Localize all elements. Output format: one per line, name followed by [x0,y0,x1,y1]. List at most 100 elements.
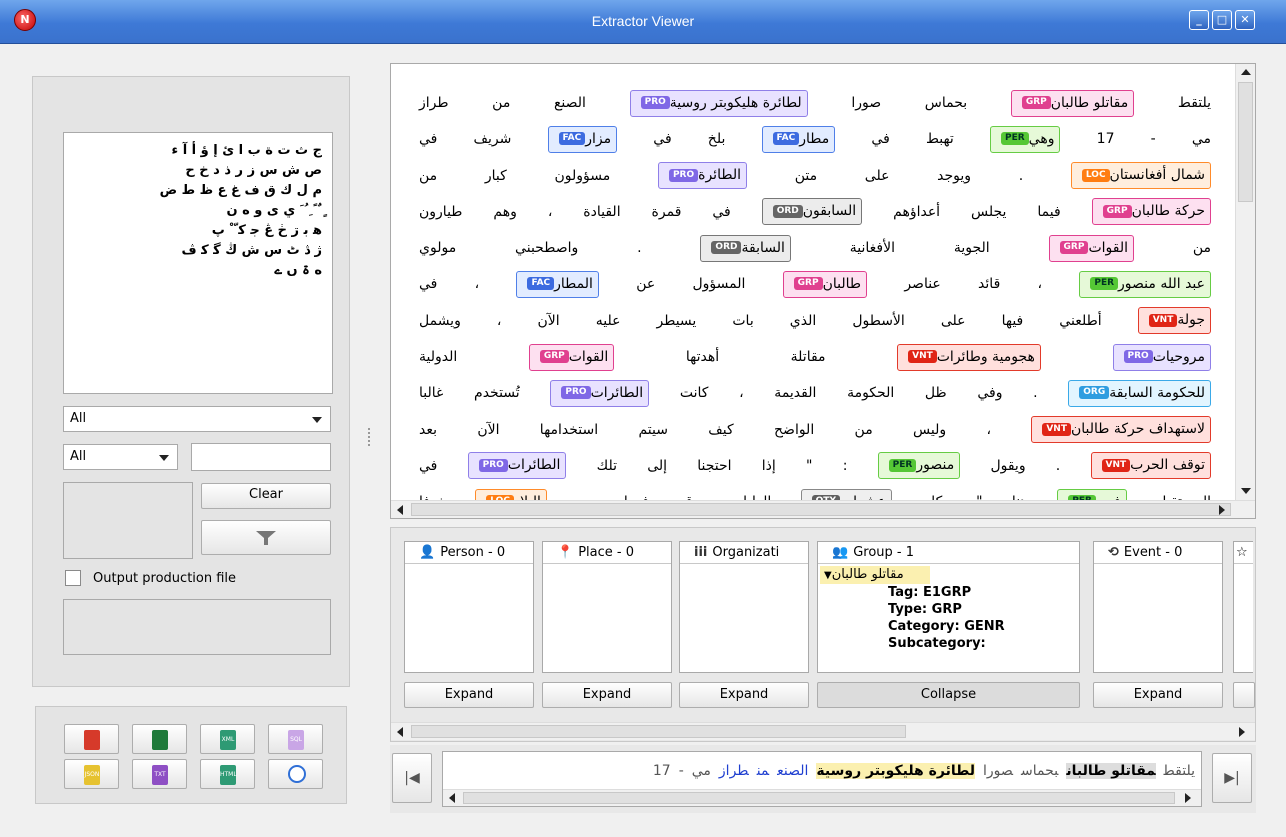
field-filter-select[interactable]: All [63,444,178,470]
entity-column-header[interactable]: ⟲ Event - 0 [1094,542,1222,564]
sql-export-button[interactable]: SQL [268,724,323,754]
keyboard-row[interactable]: ژ ڎ ٹ ﺱ ﺵ ڭ ﮔ ﮐ ڤ [74,241,322,261]
scroll-thumb[interactable] [1238,82,1253,202]
entity-column-header[interactable]: 📍 Place - 0 [543,542,671,564]
entity-pro[interactable]: لطائرة هليكوبتر روسيةPRO [629,89,808,117]
entity-grp[interactable]: طالبانGRP [782,270,868,298]
scroll-down-icon[interactable] [1241,488,1251,494]
annotated-text-area[interactable]: يلتقط مقاتلو طالبانGRP بحماس صورا لطائرة… [393,66,1235,501]
entity-per[interactable]: وهيPER [989,125,1061,153]
entity-pro[interactable]: الطائراتPRO [467,452,567,480]
entity-per[interactable]: منصورPER [877,452,961,480]
search-input[interactable] [191,443,331,471]
expand-organization-button[interactable]: Expand [679,682,809,708]
expand-person-button[interactable]: Expand [404,682,534,708]
entity-grp[interactable]: القواتGRP [1048,234,1135,262]
entity-column-organization: iii Organizati [679,541,809,673]
entity-vnt[interactable]: هجومية وطائراتVNT [897,343,1041,371]
scroll-right-icon[interactable] [1239,727,1245,737]
expand-place-button[interactable]: Expand [542,682,672,708]
scroll-thumb[interactable] [411,503,1231,516]
sentence-token[interactable]: صورا [983,763,1013,779]
entity-fac[interactable]: المطارFAC [516,270,599,298]
sentence-token[interactable]: الصنع [777,763,808,779]
expand-star-button[interactable] [1233,682,1255,708]
sentence-token[interactable]: يلتقط [1164,763,1195,779]
entity-fac[interactable]: مطارFAC [761,125,836,153]
entity-ord[interactable]: السابقونORD [761,198,863,226]
keyboard-row[interactable]: ص ش س ز ر ذ د خ ح [74,161,322,181]
entity-per[interactable]: عبد الله منصورPER [1079,270,1212,298]
skip-to-end-button[interactable]: ▶| [1212,753,1252,803]
sentence-token[interactable]: - [679,763,684,779]
sentence-token[interactable]: لطائرة هليكوبتر روسية [816,763,975,779]
keyboard-row[interactable]: ﻫ ﺑ ڗ ڂ ڠ ﺟ ﮐ ّ ْ ﭖ [74,221,322,241]
skip-to-start-button[interactable]: |◀ [392,753,432,803]
entity-pro[interactable]: الطائراتPRO [550,379,650,407]
entity-ord[interactable]: السابقةORD [700,234,791,262]
entity-loc[interactable]: شمال أفغانستانLOC [1070,162,1212,190]
txt-export-button[interactable]: TXT [132,759,187,789]
minimize-button[interactable]: _ [1189,10,1209,30]
entity-pro[interactable]: الطائرةPRO [657,162,747,190]
scroll-left-icon[interactable] [397,505,403,515]
group-entity-tree[interactable]: مقاتلو طالبان▼ Tag: E1GRP Type: GRP Catego… [818,566,1079,652]
close-button[interactable]: ✕ [1235,10,1255,30]
entity-column-header[interactable]: 👥 Group - 1 [818,542,1079,564]
entity-vnt[interactable]: توقف الحربVNT [1090,452,1212,480]
chevron-down-icon[interactable]: ▼ [824,570,832,581]
output-production-checkbox[interactable] [65,570,81,586]
sentence-token[interactable]: مقاتلو طالبان [1066,763,1156,779]
sentence-token[interactable]: 17 [653,763,671,779]
sentence-token[interactable]: طراز [719,763,749,779]
entity-horizontal-scrollbar[interactable] [391,722,1255,740]
field-filter-value: All [70,449,87,464]
panel-splitter-handle[interactable] [368,428,372,446]
text-vertical-scrollbar[interactable] [1235,64,1255,500]
entity-org[interactable]: للحكومة السابقةORG [1068,379,1212,407]
scroll-left-icon[interactable] [449,793,455,803]
entity-grp[interactable]: مقاتلو طالبانGRP [1010,89,1135,117]
scroll-left-icon[interactable] [397,727,403,737]
clear-button[interactable]: Clear [201,483,331,509]
entity-grp[interactable]: القواتGRP [528,343,615,371]
html-export-button[interactable]: HTML [200,759,255,789]
entity-pro[interactable]: مروحياتPRO [1112,343,1212,371]
filter-button[interactable] [201,520,331,555]
scroll-right-icon[interactable] [1185,793,1191,803]
scroll-thumb[interactable] [463,792,1175,804]
sentence-token[interactable]: بحماس [1021,763,1058,779]
keyboard-row[interactable]: ٍ ٌ ً ِ ُ َ ي ى و ه ن [74,201,322,221]
plain-text: شريف في [419,131,512,148]
sentence-scrollbar[interactable] [443,789,1201,806]
collapse-group-button[interactable]: Collapse [817,682,1080,708]
keyboard-row[interactable]: ه ۃ ں ے [74,261,322,281]
expand-event-button[interactable]: Expand [1093,682,1223,708]
scroll-up-icon[interactable] [1241,69,1251,75]
text-horizontal-scrollbar[interactable] [391,500,1255,518]
entity-filter-select[interactable]: All [63,406,331,432]
entity-column-header[interactable]: iii Organizati [680,542,808,564]
sentence-token[interactable]: مي [692,763,711,779]
entity-grp[interactable]: حركة طالبانGRP [1091,198,1212,226]
maximize-button[interactable]: □ [1212,10,1232,30]
keyboard-row[interactable]: ج ث ت ة ب ا ئ إ ؤ أ آ ء [74,141,322,161]
group-entity-name[interactable]: مقاتلو طالبان▼ [820,566,930,584]
json-export-button[interactable]: JSON [64,759,119,789]
text-line: مروحياتPRO هجومية وطائراتVNT مقاتلة أهدت… [419,340,1212,376]
entity-column-person: 👤 Person - 0 [404,541,534,673]
entity-vnt[interactable]: جولةVNT [1137,307,1212,335]
sentence-token[interactable]: من [757,763,769,779]
entity-column-header[interactable]: 👤 Person - 0 [405,542,533,564]
excel-export-button[interactable] [132,724,187,754]
plain-text: ، وليس من الواضح كيف سيتم استخدامها الآن… [419,421,991,438]
scroll-thumb[interactable] [411,725,906,738]
arabic-keyboard-panel[interactable]: ج ث ت ة ب ا ئ إ ؤ أ آ ءص ش س ز ر ذ د خ ح… [63,132,333,394]
xml-export-button[interactable]: XML [200,724,255,754]
entity-vnt[interactable]: لاستهداف حركة طالبانVNT [1031,416,1212,444]
entity-fac[interactable]: مزارFAC [547,125,618,153]
scroll-right-icon[interactable] [1219,505,1225,515]
book-export-button[interactable] [268,759,323,789]
pdf-export-button[interactable] [64,724,119,754]
keyboard-row[interactable]: م ل ك ق ف غ ع ظ ط ض [74,181,322,201]
